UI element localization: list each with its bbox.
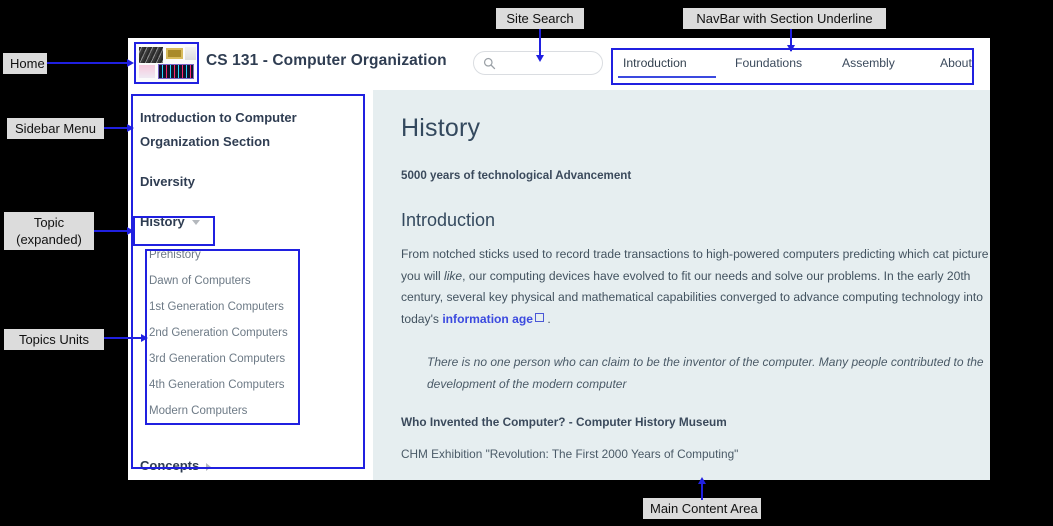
sidebar-menu: Introduction to Computer Organization Se…	[128, 90, 373, 480]
sidebar-item-history[interactable]: History	[140, 210, 200, 234]
sidebar-item-concepts-label: Concepts	[140, 458, 200, 473]
page-subtitle: 5000 years of technological Advancement	[401, 169, 632, 182]
annotation-leader-units	[104, 337, 142, 339]
annotation-label-units: Topics Units	[4, 329, 104, 350]
caption-plain: CHM Exhibition "Revolution: The First 20…	[401, 447, 739, 461]
annotation-arrow-navbar	[787, 45, 795, 52]
annotation-arrow-home	[127, 59, 134, 67]
caret-down-icon[interactable]	[191, 220, 200, 226]
blockquote: There is no one person who can claim to …	[427, 355, 984, 391]
sidebar-item-intro-section[interactable]: Introduction to Computer Organization Se…	[140, 106, 350, 154]
annotation-leader-main-content	[701, 482, 703, 500]
site-title[interactable]: CS 131 - Computer Organization	[206, 52, 447, 70]
search-icon	[483, 57, 496, 70]
caption-bold: Who Invented the Computer? - Computer Hi…	[401, 415, 727, 429]
logo-tile-pink	[139, 65, 155, 78]
nav-active-underline	[618, 76, 716, 78]
intro-paragraph: From notched sticks used to record trade…	[401, 231, 990, 330]
logo-tile-circuit	[139, 47, 163, 63]
annotation-leader-home	[47, 62, 127, 64]
caret-right-icon[interactable]	[206, 462, 212, 471]
logo-tile-mainframe	[158, 64, 194, 79]
navbar: Introduction Foundations Assembly About	[615, 52, 975, 88]
logo-tile-chip	[166, 48, 183, 59]
content-row: Introduction to Computer Organization Se…	[128, 90, 990, 480]
list-item[interactable]: Prehistory	[149, 242, 314, 268]
annotation-arrow-topic	[127, 227, 134, 235]
list-item[interactable]: 4th Generation Computers	[149, 372, 314, 398]
list-item[interactable]: 1st Generation Computers	[149, 294, 314, 320]
information-age-link[interactable]: information age	[442, 312, 533, 326]
sidebar-item-diversity[interactable]: Diversity	[140, 170, 195, 194]
nav-item-introduction[interactable]: Introduction	[623, 56, 687, 70]
paragraph-emphasis: like	[444, 268, 463, 283]
sidebar-item-history-label: History	[140, 214, 185, 229]
list-item[interactable]: Dawn of Computers	[149, 268, 314, 294]
sidebar-item-concepts[interactable]: Concepts	[140, 454, 212, 478]
annotation-arrow-site-search	[536, 55, 544, 62]
annotation-leader-site-search	[539, 29, 541, 57]
nav-item-assembly[interactable]: Assembly	[842, 56, 895, 70]
logo-tile-paper	[185, 47, 196, 60]
main-content-area: History 5000 years of technological Adva…	[373, 90, 990, 480]
annotation-arrow-main-content	[698, 477, 706, 484]
nav-item-about[interactable]: About	[940, 56, 972, 70]
paragraph-part-3: .	[544, 311, 551, 326]
annotation-arrow-units	[141, 334, 148, 342]
annotation-label-site-search: Site Search	[496, 8, 584, 29]
page-title: History	[401, 114, 481, 142]
annotation-label-topic: Topic (expanded)	[4, 212, 94, 250]
annotation-label-navbar: NavBar with Section Underline	[683, 8, 886, 29]
annotation-label-sidebar: Sidebar Menu	[7, 118, 104, 139]
sidebar-topic-units: Prehistory Dawn of Computers 1st Generat…	[149, 242, 314, 424]
site-header: CS 131 - Computer Organization Introduct…	[128, 38, 990, 90]
list-item[interactable]: 3rd Generation Computers	[149, 346, 314, 372]
search-input[interactable]	[500, 52, 600, 76]
external-link-icon	[535, 312, 545, 322]
annotation-label-main-content: Main Content Area	[643, 498, 761, 519]
list-item[interactable]: 2nd Generation Computers	[149, 320, 314, 346]
annotation-arrow-sidebar	[127, 124, 134, 132]
section-heading: Introduction	[401, 210, 496, 230]
home-logo-thumbnail[interactable]	[136, 44, 198, 82]
list-item[interactable]: Modern Computers	[149, 398, 314, 424]
annotation-leader-topic	[94, 230, 128, 232]
annotation-label-home: Home	[3, 53, 47, 74]
browser-page: CS 131 - Computer Organization Introduct…	[128, 38, 990, 480]
annotation-leader-sidebar	[104, 127, 128, 129]
nav-item-foundations[interactable]: Foundations	[735, 56, 802, 70]
